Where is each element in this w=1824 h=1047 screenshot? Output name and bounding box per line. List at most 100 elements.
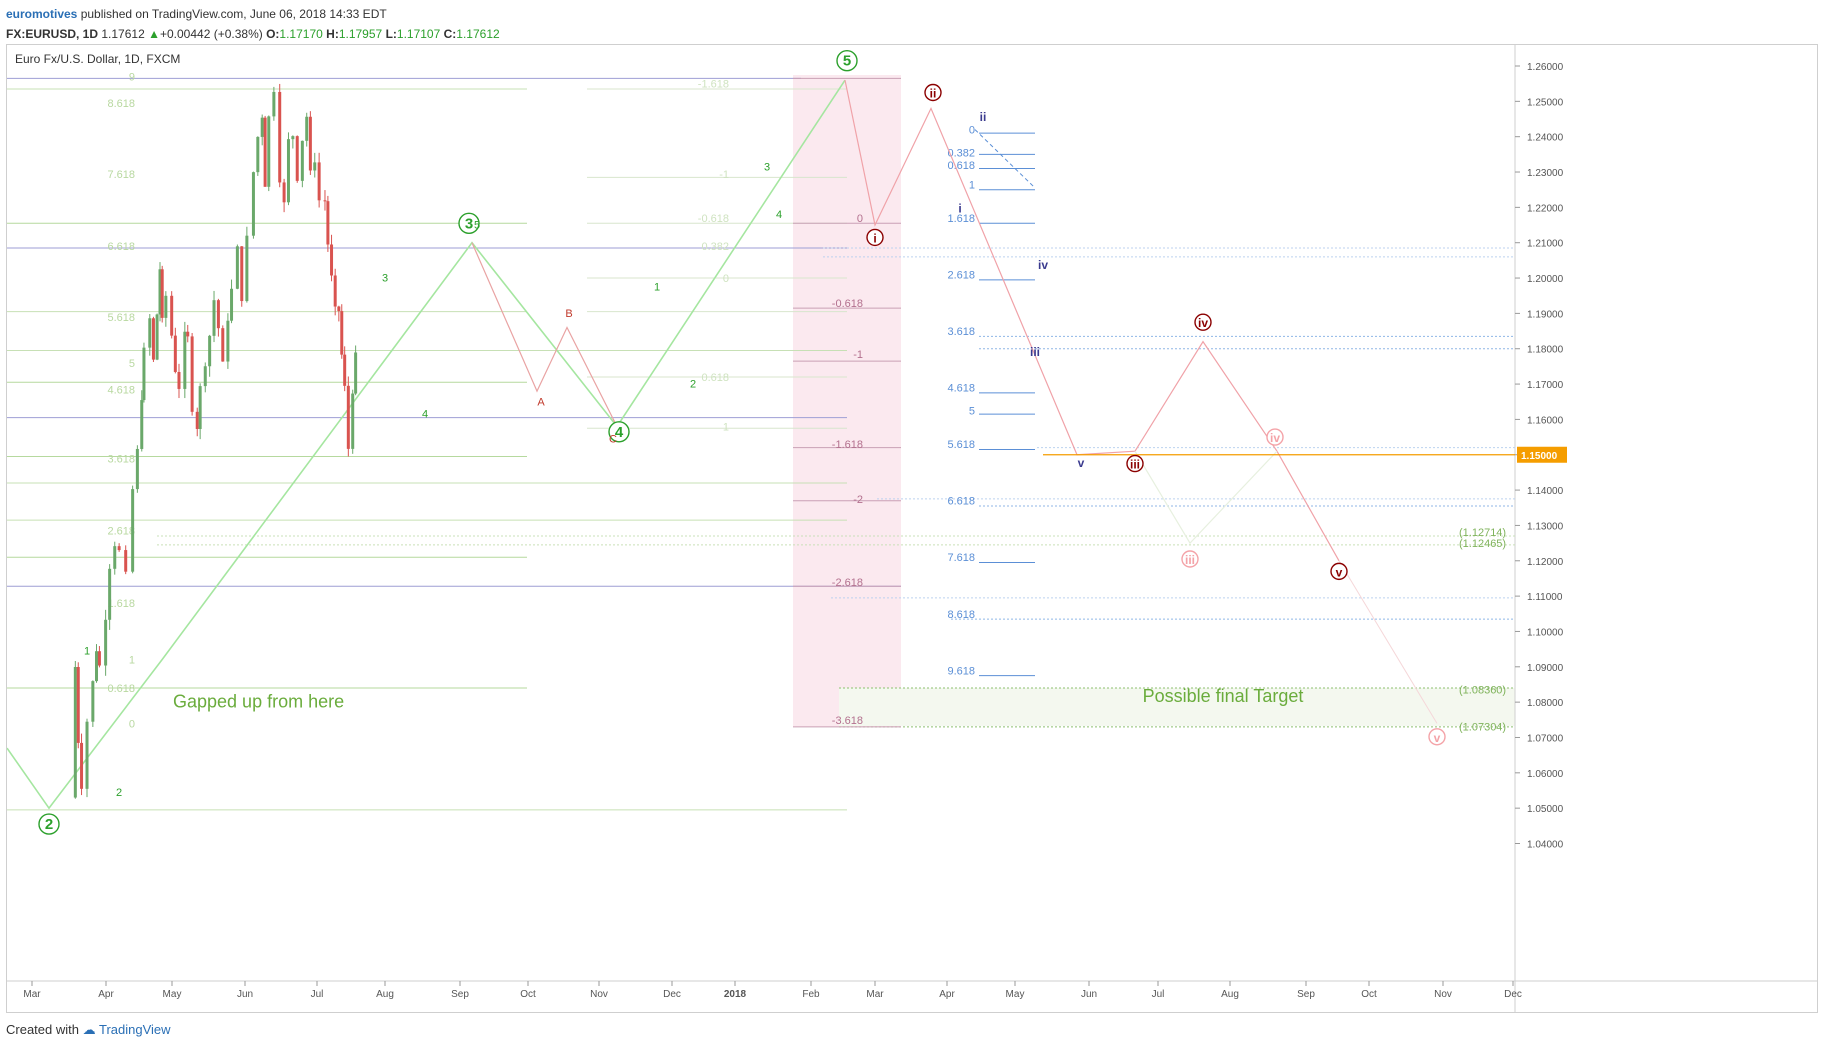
- fib-left-label: 5.618: [107, 312, 135, 324]
- x-tick-label: Jun: [237, 989, 253, 1000]
- target-label: (1.07304): [1459, 722, 1506, 734]
- y-tick-label: 1.23000: [1527, 168, 1564, 179]
- candle-body: [343, 354, 347, 386]
- change-value: +0.00442 (+0.38%): [159, 27, 263, 41]
- fib-blue-label: 2.618: [947, 270, 975, 282]
- y-tick-label: 1.10000: [1527, 627, 1564, 638]
- x-tick-label: 2018: [724, 989, 747, 1000]
- impulse-wave-line: [6, 79, 846, 810]
- candle-body: [131, 489, 135, 572]
- publish-line: euromotives published on TradingView.com…: [6, 4, 500, 24]
- fib-mid-label: 0.382: [701, 241, 729, 253]
- wave-count-label: B: [565, 308, 572, 320]
- x-tick-label: Jun: [1081, 989, 1097, 1000]
- wave-count-label: 4: [776, 209, 782, 221]
- tradingview-logo-icon: ☁: [82, 1022, 96, 1037]
- candle-body: [260, 117, 264, 137]
- projected-v-label: v: [1336, 565, 1343, 579]
- final-v-label: v: [1434, 731, 1441, 745]
- y-tick-label: 1.18000: [1527, 345, 1564, 356]
- x-tick-label: Aug: [376, 989, 394, 1000]
- candle-body: [326, 201, 330, 245]
- target-label: (1.08360): [1459, 684, 1506, 696]
- candle-body: [177, 371, 181, 389]
- candle-body: [305, 116, 309, 141]
- fib-pink-label: -3.618: [832, 715, 863, 727]
- candle-body: [330, 244, 334, 276]
- candle-body: [135, 448, 139, 490]
- candle-body: [308, 116, 312, 171]
- author-link[interactable]: euromotives: [6, 7, 77, 21]
- wave-iv-label: iv: [1198, 316, 1208, 330]
- x-tick-label: Sep: [1297, 989, 1315, 1000]
- publish-info: published on TradingView.com, June 06, 2…: [80, 7, 387, 21]
- wave-ii-label: ii: [930, 87, 937, 101]
- y-tick-label: 1.17000: [1527, 380, 1564, 391]
- wave-count-label: 3: [764, 161, 770, 173]
- open-value: 1.17170: [279, 27, 323, 41]
- fib-left-label: 1.618: [107, 598, 135, 610]
- x-tick-label: Jul: [1152, 989, 1165, 1000]
- tradingview-link[interactable]: TradingView: [99, 1022, 171, 1037]
- candle-body: [104, 619, 108, 666]
- candle-body: [208, 335, 212, 367]
- candle-body: [183, 331, 187, 389]
- projection-subpath: [1134, 450, 1278, 545]
- x-tick-label: May: [1006, 989, 1025, 1000]
- fib-blue-label: 9.618: [947, 665, 975, 677]
- candle-body: [160, 269, 164, 318]
- y-tick-label: 1.22000: [1527, 203, 1564, 214]
- price-chart[interactable]: Euro Fx/U.S. Dollar, 1D, FXCM 9 8.618 7.61…: [6, 45, 1817, 1012]
- candle-body: [240, 246, 244, 302]
- candle-body: [351, 393, 355, 449]
- candle-body: [346, 385, 350, 449]
- target-label: (1.12465): [1459, 538, 1506, 550]
- open-label: O:: [266, 27, 280, 41]
- y-tick-label: 1.05000: [1527, 804, 1564, 815]
- wave-count-label: 1: [84, 645, 90, 657]
- fib-mid-label: -1.618: [698, 79, 729, 91]
- up-arrow-icon: ▲: [148, 27, 160, 41]
- fib-left-label: 6.618: [107, 241, 135, 253]
- fib-blue-label: 6.618: [947, 496, 975, 508]
- fib-pink-label: 0: [857, 213, 863, 225]
- x-tick-label: Mar: [866, 989, 884, 1000]
- candle-body: [124, 550, 128, 572]
- y-tick-label: 1.04000: [1527, 840, 1564, 851]
- fib-mid-label: -0.618: [698, 213, 729, 225]
- fib-left-label: 5: [129, 358, 135, 370]
- candle-body: [195, 411, 199, 429]
- candle-body: [164, 295, 168, 318]
- fib-blue-label: 7.618: [947, 552, 975, 564]
- fib-left-label: 0.618: [107, 683, 135, 695]
- y-tick-label: 1.12000: [1527, 557, 1564, 568]
- candle-body: [300, 140, 304, 181]
- wave-count-label: 2: [116, 787, 122, 799]
- symbol-label: FX:EURUSD, 1D: [6, 27, 99, 41]
- chart-panel[interactable]: Euro Fx/U.S. Dollar, 1D, FXCM 9 8.618 7.61…: [6, 44, 1818, 1013]
- fib-left-label: 8.618: [107, 98, 135, 110]
- candle-body: [142, 347, 146, 401]
- candle-body: [354, 352, 358, 394]
- y-tick-label: 1.14000: [1527, 486, 1564, 497]
- fib-blue-label: 0: [969, 125, 975, 137]
- fib-left-label: 0: [129, 718, 135, 730]
- candle-body: [80, 742, 84, 789]
- high-label: H:: [326, 27, 339, 41]
- candle-body: [212, 300, 216, 336]
- fib-mid-label: 1: [723, 421, 729, 433]
- candle-body: [323, 200, 327, 202]
- x-tick-label: Apr: [939, 989, 955, 1000]
- chart-header: euromotives published on TradingView.com…: [6, 4, 500, 44]
- x-tick-label: Nov: [1434, 989, 1452, 1000]
- last-price: 1.17612: [101, 27, 145, 41]
- candle-body: [291, 136, 295, 140]
- wave-iii-label: iii: [1130, 458, 1140, 472]
- fib-pink-label: -2.618: [832, 577, 863, 589]
- fib-blue-label: 3.618: [947, 326, 975, 338]
- y-tick-label: 1.08000: [1527, 698, 1564, 709]
- candle-body: [235, 246, 239, 289]
- candle-body: [295, 136, 299, 181]
- y-tick-label: 1.16000: [1527, 415, 1564, 426]
- candle-body: [97, 651, 101, 666]
